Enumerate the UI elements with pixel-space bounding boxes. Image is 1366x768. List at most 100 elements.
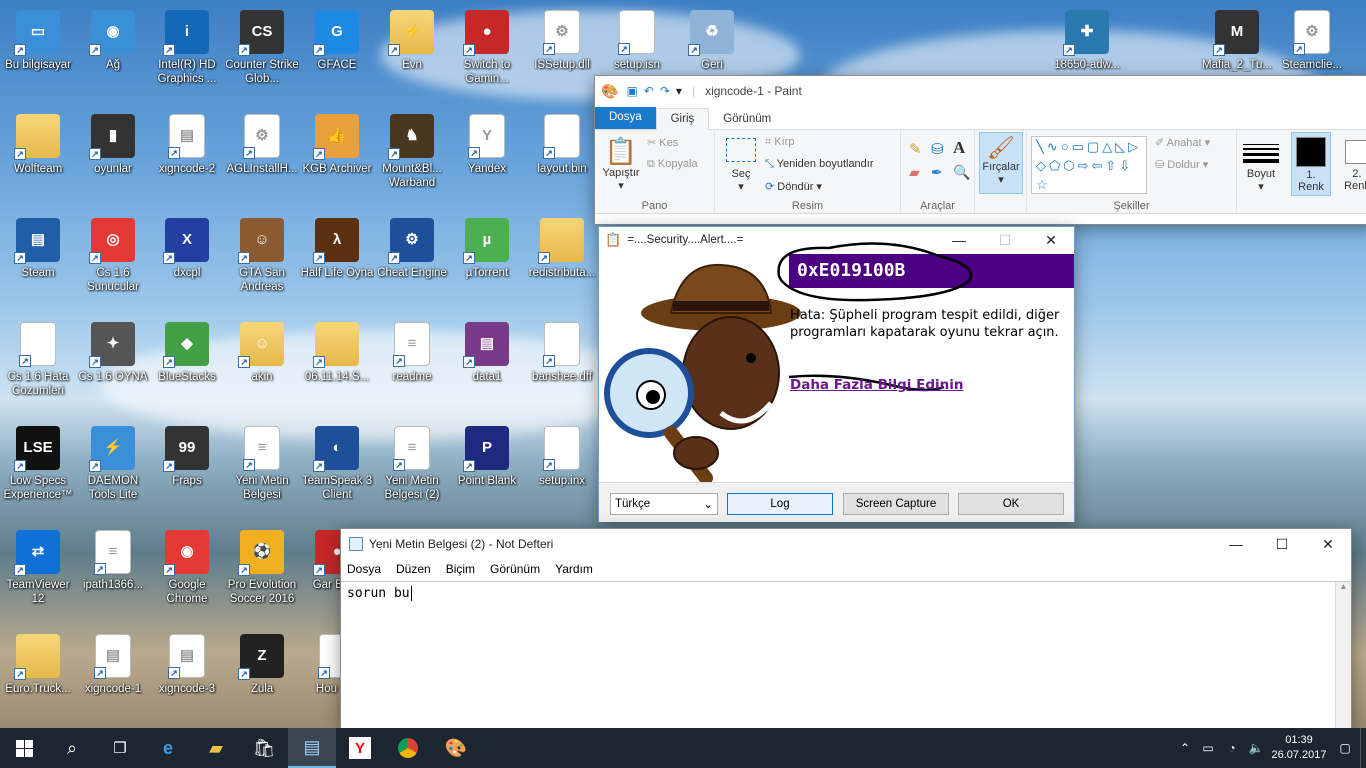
color-picker-icon[interactable]: ✒ [931,164,943,181]
more-info-link[interactable]: Daha Fazla Bilgi Edinin [790,377,963,393]
taskbar-store[interactable]: 🛍 [240,728,288,768]
desktop-icon[interactable]: ⚙ ↗ ISSetup.dll [525,4,599,104]
desktop-icon[interactable]: ☺ ↗ GTA San Andreas [225,212,299,312]
desktop-icon[interactable]: ▤ ↗ xigncode-2 [150,108,224,208]
desktop-icon[interactable]: ≡ ↗ readme [375,316,449,416]
desktop-icon[interactable]: ↗ Euro.Truck... [1,628,75,728]
brushes-button[interactable]: 🖌 Fırçalar ▾ [979,132,1023,194]
desktop-icon[interactable]: ◐ ↗ TeamSpeak 3 Client [300,420,374,520]
desktop-icon[interactable]: ↗ redistributa... [525,212,599,312]
desktop-icon[interactable]: ≡ ↗ Yeni Metin Belgesi [225,420,299,520]
desktop-icon[interactable]: X ↗ dxcpl [150,212,224,312]
maximize-button[interactable]: ☐ [1259,529,1305,559]
desktop-icon[interactable]: ⇄ ↗ TeamViewer 12 [1,524,75,624]
desktop-icon[interactable]: ⚽ ↗ Pro Evolution Soccer 2016 [225,524,299,624]
desktop-icon[interactable]: Y ↗ Yandex [450,108,524,208]
eraser-icon[interactable]: ▰ [909,164,920,181]
desktop-icon[interactable]: ● ↗ Switch to Gamin... [450,4,524,104]
volume-icon[interactable]: 🔈 [1244,741,1268,755]
taskbar-edge[interactable]: e [144,728,192,768]
redo-icon[interactable]: ↷ [660,84,670,98]
shape-fill-button[interactable]: ⛁ Doldur ▾ [1155,158,1208,171]
copy-button[interactable]: ⧉ Kopyala [647,158,698,171]
desktop-icon[interactable]: LSE ↗ Low Specs Experience™ [1,420,75,520]
taskbar-explorer[interactable]: ▰ [192,728,240,768]
desktop-icon[interactable]: ☺ ↗ akin [225,316,299,416]
cut-button[interactable]: ✂ Kes [647,136,678,149]
close-button[interactable]: ✕ [1305,529,1351,559]
desktop-icon[interactable]: P ↗ Point Blank [450,420,524,520]
desktop-icon[interactable]: ▭ ↗ Bu bilgisayar [1,4,75,104]
minimize-button[interactable]: — [1213,529,1259,559]
desktop-icon[interactable]: ↗ banshee.dff [525,316,599,416]
text-tool-icon[interactable]: A [953,138,965,158]
desktop-icon[interactable]: G ↗ GFACE [300,4,374,104]
magnifier-icon[interactable]: 🔍 [953,164,970,181]
desktop-icon[interactable]: ◉ ↗ Ağ [76,4,150,104]
vertical-scrollbar[interactable]: ▲ [1335,582,1351,728]
screen-capture-button[interactable]: Screen Capture [843,493,949,515]
action-center-icon[interactable]: ▢ [1330,741,1360,755]
notepad-text-area[interactable]: sorun bu [341,581,1351,728]
tab-home[interactable]: Giriş [655,108,710,130]
desktop-icon[interactable]: 👍 ↗ KGB Archiver [300,108,374,208]
desktop-icon[interactable]: 99 ↗ Fraps [150,420,224,520]
desktop-icon[interactable]: ⚙ ↗ AGLInstallH... [225,108,299,208]
desktop-icon[interactable]: ✦ ↗ Cs 1.6 OYNA [76,316,150,416]
quick-access-dropdown-icon[interactable]: ▾ [676,84,682,98]
tray-overflow-icon[interactable]: ⌃ [1174,741,1196,755]
start-button[interactable] [0,728,48,768]
ok-button[interactable]: OK [958,493,1064,515]
pencil-icon[interactable]: ✎ [909,140,922,158]
desktop-icon[interactable]: CS ↗ Counter Strike Glob... [225,4,299,104]
tab-file[interactable]: Dosya [595,107,656,129]
desktop-icon[interactable]: Z ↗ Zula [225,628,299,728]
desktop-icon[interactable]: ◎ ↗ Cs 1.6 Sunucular [76,212,150,312]
desktop-icon[interactable]: ↗ Wolfteam [1,108,75,208]
save-icon[interactable]: ▣ [626,84,637,98]
select-button[interactable]: Seç ▾ [725,136,757,193]
taskbar-notepad[interactable]: ▤ [288,728,336,768]
desktop-icon[interactable]: ≡ ↗ ipath1366... [76,524,150,624]
desktop-icon[interactable]: ≡ ↗ Yeni Metin Belgesi (2) [375,420,449,520]
color2-button[interactable]: 2. Renk [1337,132,1366,196]
taskbar-paint[interactable]: 🎨 [432,728,480,768]
desktop-icon[interactable]: ▤ ↗ xigncode-1 [76,628,150,728]
log-button[interactable]: Log [727,493,833,515]
menu-view[interactable]: Görünüm [490,562,540,576]
search-button[interactable]: ⌕ [48,728,96,768]
show-desktop-button[interactable] [1360,728,1366,768]
desktop-icon[interactable]: i ↗ Intel(R) HD Graphics ... [150,4,224,104]
shape-outline-button[interactable]: ✐ Anahat ▾ [1155,136,1210,149]
menu-edit[interactable]: Düzen [396,562,431,576]
undo-icon[interactable]: ↶ [644,84,654,98]
rotate-button[interactable]: ⟳ Döndür ▾ [765,180,822,193]
desktop-icon[interactable]: ⚡ ↗ Evn [375,4,449,104]
desktop-icon[interactable]: ⚙ ↗ Cheat Engine [375,212,449,312]
desktop-icon[interactable]: λ ↗ Half Life Oyna [300,212,374,312]
scroll-up-icon[interactable]: ▲ [1336,582,1351,591]
desktop-icon[interactable]: ▤ ↗ data1 [450,316,524,416]
color1-button[interactable]: 1. Renk [1291,132,1331,196]
taskbar-yandex[interactable]: Y [336,728,384,768]
desktop-icon[interactable]: ▮ ↗ oyunlar [76,108,150,208]
menu-file[interactable]: Dosya [347,562,381,576]
desktop-icon[interactable]: ↗ setup.inx [525,420,599,520]
crop-button[interactable]: ⌗ Kırp [765,136,794,149]
size-button[interactable]: Boyut ▾ [1243,138,1279,193]
battery-icon[interactable]: ▭ [1196,741,1220,755]
fill-bucket-icon[interactable]: ⛁ [931,140,944,158]
desktop-icon[interactable]: µ ↗ µTorrent [450,212,524,312]
close-button[interactable]: ✕ [1028,227,1074,253]
menu-help[interactable]: Yardım [555,562,593,576]
desktop-icon[interactable]: ⚡ ↗ DAEMON Tools Lite [76,420,150,520]
menu-format[interactable]: Biçim [446,562,475,576]
taskbar-chrome[interactable] [384,728,432,768]
clock[interactable]: 01:39 26.07.2017 [1268,733,1330,763]
shapes-gallery[interactable]: ╲∿○▭▢△◺▷◇⬠⬡⇨⇦⇧⇩☆ [1031,136,1147,194]
desktop-icon[interactable]: ◆ ↗ BlueStacks [150,316,224,416]
desktop-icon[interactable]: ↗ Cs 1.6 Hata Cozumleri [1,316,75,416]
language-select[interactable]: Türkçe ⌄ [610,493,718,515]
desktop-icon[interactable]: ↗ 06.11.14.S... [300,316,374,416]
desktop-icon[interactable]: ▤ ↗ Steam [1,212,75,312]
